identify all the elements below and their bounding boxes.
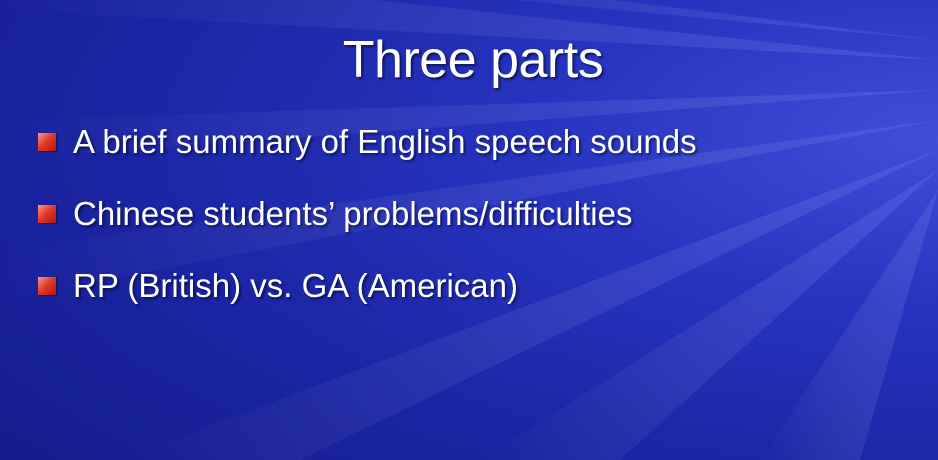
bullet-text: Chinese students’ problems/difficulties: [73, 195, 633, 232]
square-bullet-icon: [38, 205, 56, 223]
bullet-item: Chinese students’ problems/difficulties: [38, 190, 697, 238]
square-bullet-icon: [38, 133, 56, 151]
bullet-text: RP (British) vs. GA (American): [73, 267, 518, 304]
slide-title: Three parts: [342, 31, 604, 89]
bullet-item: RP (British) vs. GA (American): [38, 262, 697, 310]
bullet-item: A brief summary of English speech sounds: [38, 118, 697, 166]
bullet-list: A brief summary of English speech sounds…: [38, 118, 697, 334]
square-bullet-icon: [38, 277, 56, 295]
presentation-slide: Three parts A brief summary of English s…: [0, 0, 938, 460]
bullet-text: A brief summary of English speech sounds: [73, 123, 697, 160]
